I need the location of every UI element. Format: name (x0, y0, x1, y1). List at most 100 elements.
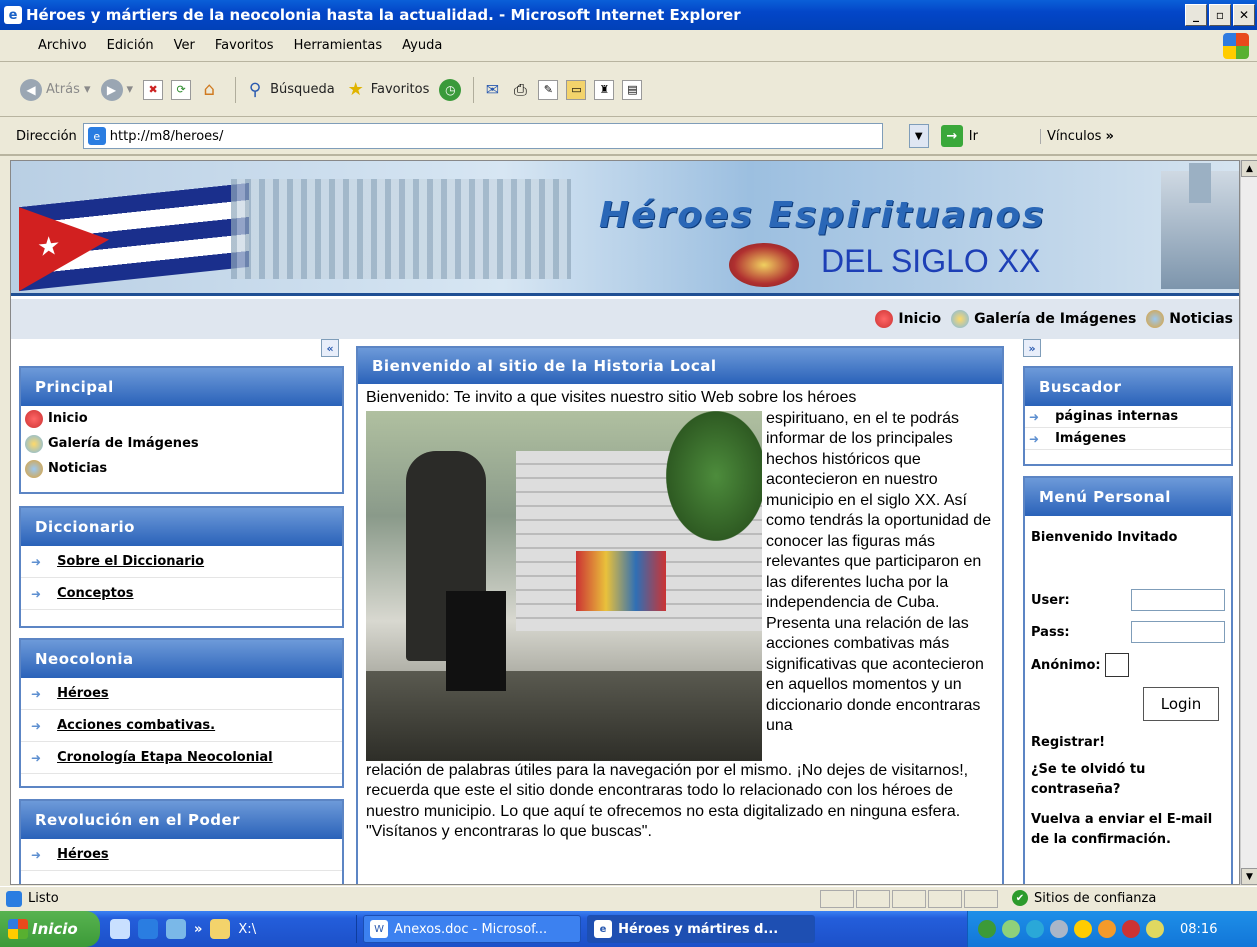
network-icon[interactable] (978, 920, 996, 938)
edit-icon[interactable]: ✎ (538, 79, 559, 100)
close-button[interactable]: ✕ (1233, 4, 1255, 26)
address-input[interactable]: e http://m8/heroes/ (82, 123, 883, 149)
diccionario-item-sobre[interactable]: ➜ Sobre el Diccionario (21, 546, 342, 578)
restore-button[interactable]: ▫ (1209, 4, 1231, 26)
topnav-noticias[interactable]: Noticias (1146, 310, 1233, 328)
status-bar: Listo ✔ Sitios de confianza (0, 886, 1257, 910)
start-button[interactable]: Inicio (0, 911, 100, 947)
print-icon[interactable]: ⎙ (510, 80, 530, 100)
buscador-item-imagenes[interactable]: ➜ Imágenes (1025, 428, 1231, 450)
vertical-scrollbar[interactable]: ▲ ▼ (1240, 160, 1257, 885)
security-zone: ✔ Sitios de confianza (1012, 890, 1156, 906)
menu-favoritos[interactable]: Favoritos (215, 38, 274, 53)
search-button[interactable]: ⚲ Búsqueda (244, 79, 335, 101)
research-icon[interactable]: ▤ (622, 79, 643, 100)
web-page: ★ Héroes Espirituanos DEL SIGLO XX Inici… (10, 160, 1240, 885)
seal-image (729, 243, 799, 287)
neocolonia-item-acciones[interactable]: ➜ Acciones combativas. (21, 710, 342, 742)
favorites-button[interactable]: ★ Favoritos (345, 79, 430, 101)
menu-bar: Archivo Edición Ver Favoritos Herramient… (0, 30, 1257, 62)
user-input[interactable] (1131, 589, 1225, 611)
chevron-right-icon[interactable]: » (1105, 129, 1113, 144)
folder-label[interactable]: X:\ (238, 922, 256, 937)
revolucion-box: Revolución en el Poder ➜ Héroes (19, 799, 344, 884)
folder-icon[interactable]: ▭ (566, 79, 587, 100)
arrow-icon: ➜ (31, 554, 42, 569)
mail-icon[interactable]: ✉ (482, 80, 502, 100)
revolucion-item-heroes[interactable]: ➜ Héroes (21, 839, 342, 871)
go-button[interactable]: → Ir (940, 125, 978, 147)
principal-item-galeria[interactable]: Galería de Imágenes (21, 431, 342, 456)
minimize-button[interactable]: _ (1185, 4, 1207, 26)
java-icon[interactable] (110, 919, 130, 939)
menu-ver[interactable]: Ver (174, 38, 195, 53)
address-bar: Dirección e http://m8/heroes/ ▼ → Ir Vín… (0, 118, 1257, 156)
anon-label: Anónimo: (1031, 657, 1101, 673)
church-image (1161, 163, 1239, 289)
forgot-password-link[interactable]: ¿Se te olvidó tu contraseña? (1031, 760, 1225, 800)
buscador-item-paginas[interactable]: ➜ páginas internas (1025, 406, 1231, 428)
volume-icon[interactable] (1050, 920, 1068, 938)
register-link[interactable]: Registrar! (1031, 735, 1225, 750)
gallery-icon (951, 310, 970, 328)
update-icon[interactable] (1026, 920, 1044, 938)
topnav-galeria[interactable]: Galería de Imágenes (951, 310, 1136, 328)
desktop-icon[interactable] (166, 919, 186, 939)
toolbar-separator (235, 76, 237, 103)
home-icon[interactable]: ⌂ (199, 79, 219, 100)
back-button[interactable]: ◀ Atrás ▾ (20, 78, 91, 101)
windows-flag-icon (8, 919, 28, 939)
scroll-up-icon[interactable]: ▲ (1241, 160, 1257, 177)
stop-icon[interactable]: ✖ (143, 79, 164, 100)
monument-photo (366, 410, 762, 761)
neocolonia-item-heroes[interactable]: ➜ Héroes (21, 678, 342, 710)
task-anexos[interactable]: W Anexos.doc - Microsof... (363, 915, 582, 943)
menu-ayuda[interactable]: Ayuda (402, 38, 442, 53)
personal-header: Menú Personal (1025, 478, 1231, 516)
menu-herramientas[interactable]: Herramientas (294, 38, 383, 53)
tools-icon[interactable] (1146, 920, 1164, 938)
collapse-right-button[interactable]: » (1023, 339, 1041, 357)
top-navigation: Inicio Galería de Imágenes Noticias (11, 299, 1239, 339)
topnav-inicio[interactable]: Inicio (875, 310, 941, 328)
refresh-icon[interactable]: ⟳ (171, 79, 192, 100)
bottom-text: relación de palabras útiles para la nave… (366, 761, 969, 841)
forward-arrow-icon: ▶ (100, 78, 123, 101)
menu-edicion[interactable]: Edición (107, 38, 154, 53)
principal-item-inicio[interactable]: Inicio (21, 406, 342, 431)
address-dropdown-button[interactable]: ▼ (908, 124, 929, 148)
scroll-down-icon[interactable]: ▼ (1241, 868, 1257, 885)
security-icon[interactable] (1098, 920, 1116, 938)
resend-confirmation-link[interactable]: Vuelva a enviar el E-mail de la confirma… (1031, 810, 1225, 850)
menu-archivo[interactable]: Archivo (38, 38, 87, 53)
arrow-icon: ➜ (31, 750, 42, 765)
quick-launch: » X:\ (110, 919, 256, 939)
chevron-right-icon[interactable]: » (194, 922, 202, 937)
history-icon[interactable]: ◷ (439, 78, 462, 101)
pass-input[interactable] (1131, 621, 1225, 643)
neocolonia-item-cronologia[interactable]: ➜ Cronología Etapa Neocolonial (21, 742, 342, 774)
windows-logo-icon (1223, 33, 1249, 59)
folder-icon (210, 919, 231, 939)
address-url: http://m8/heroes/ (109, 128, 224, 144)
alert-icon[interactable] (1122, 920, 1140, 938)
clock[interactable]: 08:16 (1180, 922, 1217, 937)
forward-button[interactable]: ▶ ▾ (100, 78, 133, 101)
banner-title: Héroes Espirituanos (599, 195, 1046, 236)
task-heroes[interactable]: e Héroes y mártires d... (587, 915, 816, 943)
messenger-icon[interactable] (1074, 920, 1092, 938)
messenger-icon[interactable]: ♜ (594, 79, 615, 100)
buscador-header: Buscador (1025, 368, 1231, 406)
ie-icon[interactable] (138, 919, 158, 939)
anon-checkbox[interactable] (1105, 653, 1130, 677)
antivirus-icon[interactable] (1002, 920, 1020, 938)
home-icon (25, 409, 43, 428)
links-button[interactable]: Vínculos (1039, 128, 1101, 144)
diccionario-item-conceptos[interactable]: ➜ Conceptos (21, 578, 342, 610)
news-icon (25, 459, 43, 478)
toolbar-separator (473, 76, 475, 103)
window-titlebar[interactable]: e Héroes y mártiers de la neocolonia has… (0, 0, 1257, 30)
collapse-left-button[interactable]: « (321, 339, 339, 357)
login-button[interactable]: Login (1143, 687, 1219, 721)
principal-item-noticias[interactable]: Noticias (21, 456, 342, 481)
